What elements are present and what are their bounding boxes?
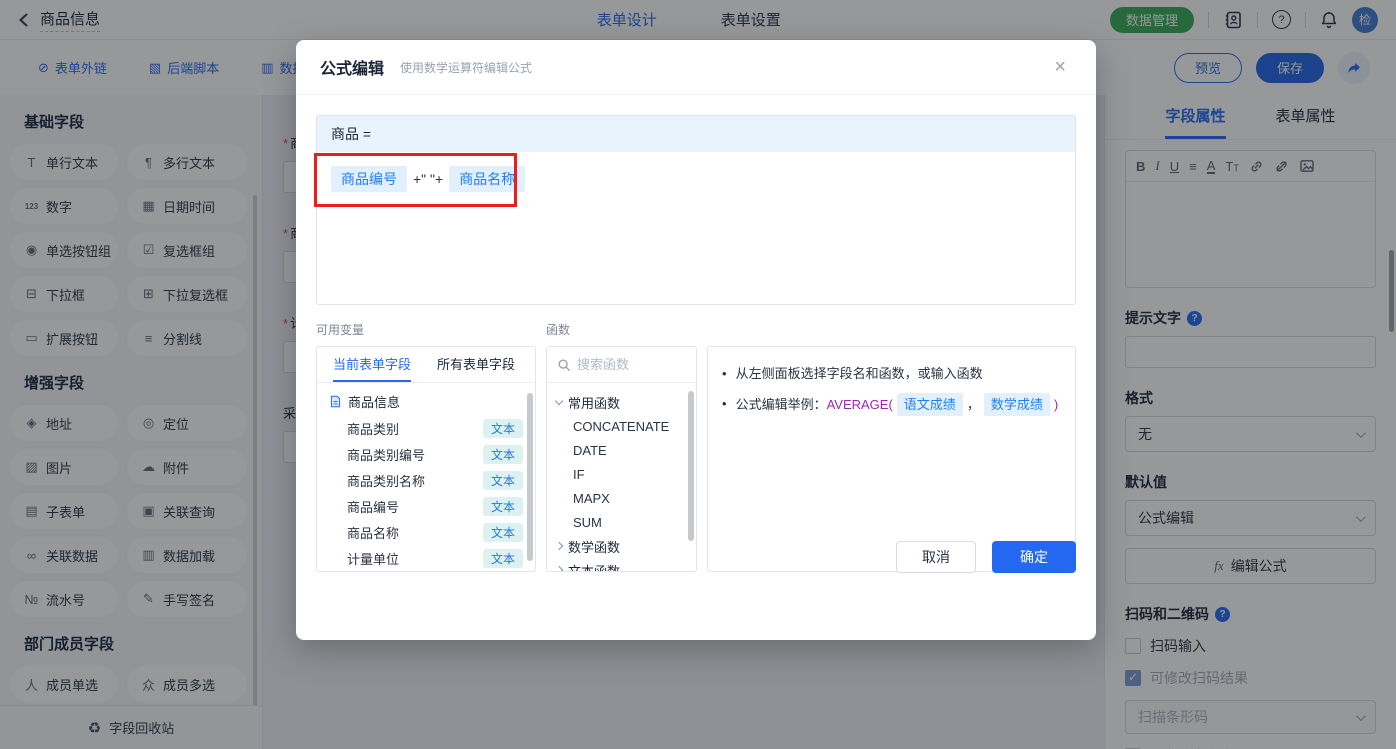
variable-row[interactable]: 商品类别名称 文本 <box>317 467 535 493</box>
field-chip[interactable]: 商品名称 <box>449 166 526 192</box>
tab-current-form-fields[interactable]: 当前表单字段 <box>333 347 412 382</box>
type-badge: 文本 <box>482 522 523 542</box>
variables-root-node[interactable]: 商品信息 <box>317 387 535 415</box>
tab-all-form-fields[interactable]: 所有表单字段 <box>437 347 515 382</box>
modal-title: 公式编辑 <box>320 61 385 78</box>
formula-input-area[interactable]: 商品编号 +" "+ 商品名称 <box>317 152 1075 304</box>
function-search-input[interactable] <box>577 357 686 372</box>
variable-row[interactable]: 商品类别 文本 <box>317 415 535 441</box>
function-item[interactable]: CONCATENATE <box>547 414 696 438</box>
variables-label: 可用变量 <box>316 323 365 337</box>
type-badge: 文本 <box>482 548 523 568</box>
functions-panel: 常用函数 CONCATENATE DATE IF MAPX SUM 数学函数 文… <box>546 346 697 572</box>
field-chip[interactable]: 商品编号 <box>331 166 407 192</box>
function-item[interactable]: MAPX <box>547 486 696 510</box>
type-badge: 文本 <box>482 470 523 490</box>
variable-row[interactable]: 商品类别编号 文本 <box>317 441 535 467</box>
chevron-down-icon <box>554 396 564 405</box>
variables-scrollbar[interactable] <box>527 393 533 561</box>
function-group-math[interactable]: 数学函数 <box>547 534 696 558</box>
variable-row[interactable]: 商品名称 文本 <box>317 519 535 545</box>
formula-operator: +" "+ <box>413 171 444 187</box>
chevron-right-icon <box>554 541 564 551</box>
formula-editor[interactable]: 商品 = 商品编号 +" "+ 商品名称 <box>316 115 1076 305</box>
type-badge: 文本 <box>482 444 523 464</box>
formula-help-panel: • 从左侧面板选择字段名和函数，或输入函数 • 公式编辑举例：AVERAGE(语… <box>707 346 1076 572</box>
type-badge: 文本 <box>482 418 523 438</box>
search-icon <box>557 358 571 372</box>
confirm-button[interactable]: 确定 <box>992 541 1076 573</box>
app-root: 商品信息 表单设计 表单设置 数据管理 ? 检 ⊘ 表单外链 ▧ 后端脚本 ▥ … <box>0 0 1396 749</box>
function-group-text[interactable]: 文本函数 <box>547 558 696 571</box>
help-tip-1: 从左侧面板选择字段名和函数，或输入函数 <box>735 366 983 381</box>
function-group-common[interactable]: 常用函数 <box>547 390 696 414</box>
example-field-chip: 语文成绩 <box>896 393 963 416</box>
type-badge: 文本 <box>482 496 523 516</box>
functions-scrollbar[interactable] <box>688 391 694 541</box>
function-item[interactable]: DATE <box>547 438 696 462</box>
function-item[interactable]: SUM <box>547 510 696 534</box>
variable-row[interactable]: 计量单位 文本 <box>317 545 535 571</box>
help-tip-2: 公式编辑举例：AVERAGE(语文成绩，数学成绩) <box>736 393 1059 416</box>
function-item[interactable]: IF <box>547 462 696 486</box>
formula-target: 商品 = <box>317 116 1075 152</box>
formula-edit-modal: 公式编辑 使用数学运算符编辑公式 × 商品 = 商品编号 +" "+ 商品名称 可用… <box>296 40 1096 640</box>
example-field-chip: 数学成绩 <box>983 393 1050 416</box>
functions-label: 函数 <box>546 323 571 337</box>
example-function-name: AVERAGE( <box>826 397 893 412</box>
bullet-icon: • <box>722 396 727 411</box>
close-icon[interactable]: × <box>1054 57 1066 77</box>
variables-panel: 当前表单字段 所有表单字段 商品信息 商品类别 文本 商品类别编号 文本 商品类别名… <box>316 346 536 572</box>
form-doc-icon <box>329 395 342 408</box>
modal-subtitle: 使用数学运算符编辑公式 <box>400 60 533 75</box>
example-close-paren: ) <box>1053 397 1059 412</box>
bullet-icon: • <box>722 366 727 381</box>
cancel-button[interactable]: 取消 <box>896 541 976 573</box>
variable-row[interactable]: 商品编号 文本 <box>317 493 535 519</box>
function-search[interactable] <box>547 347 696 383</box>
chevron-right-icon <box>554 565 564 571</box>
